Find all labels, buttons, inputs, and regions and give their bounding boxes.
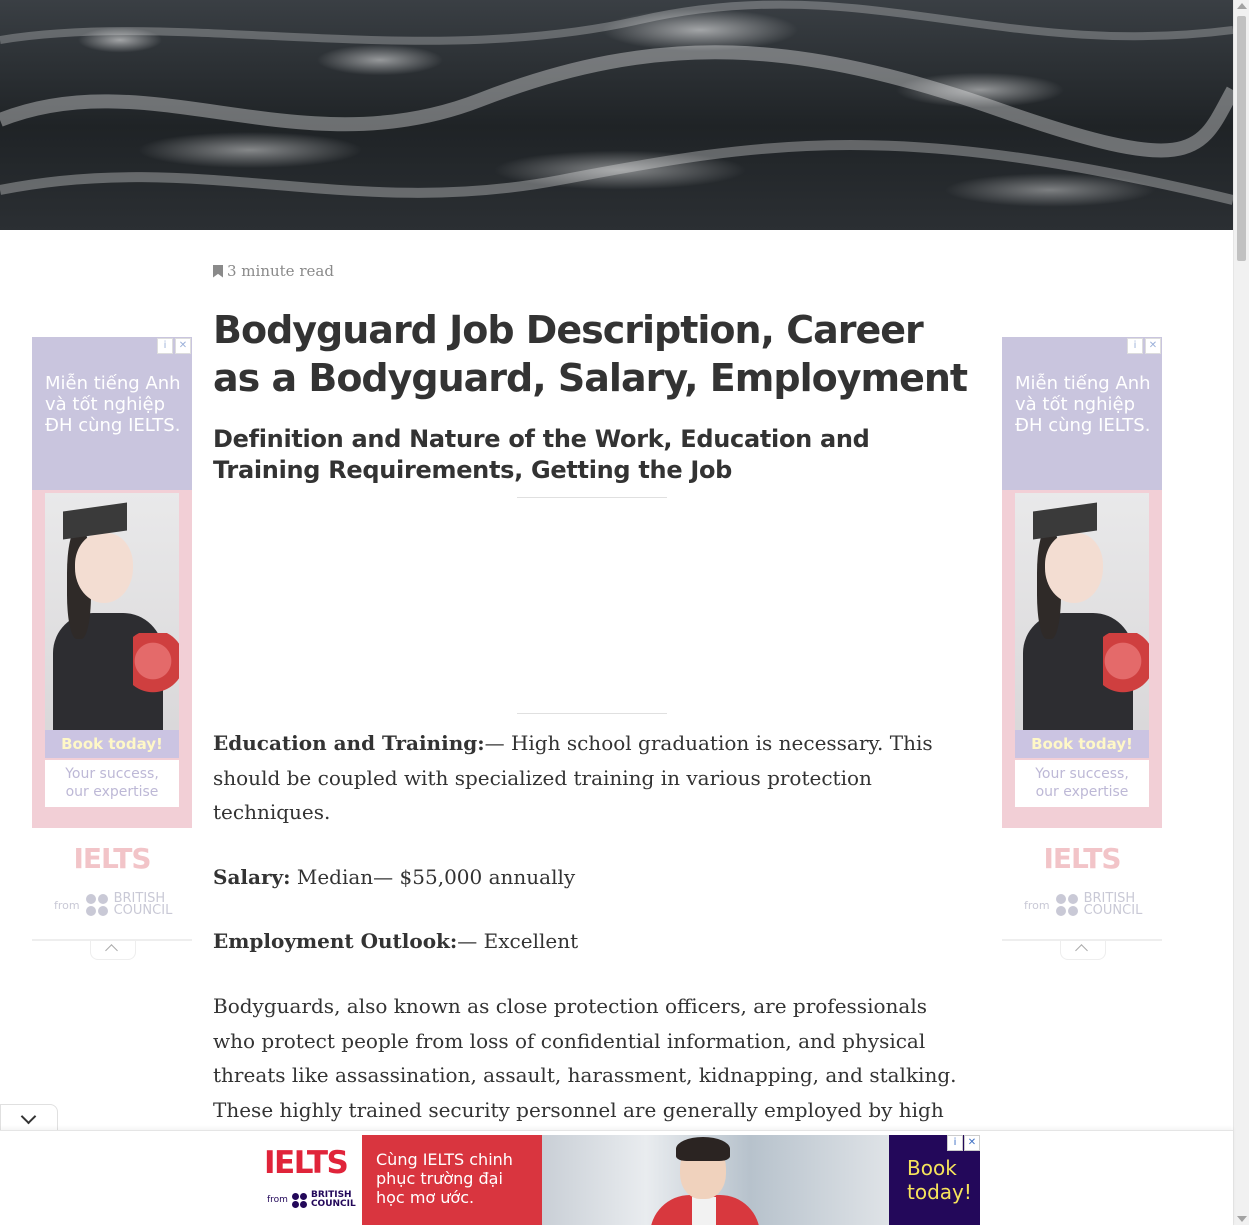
ad-close-icon[interactable]: ✕ xyxy=(1145,338,1161,354)
hero-foam-pattern xyxy=(0,0,1233,205)
salary-text: Median— $55,000 annually xyxy=(290,865,576,889)
person-hair-shape xyxy=(676,1137,730,1161)
bc-name: BRITISH COUNCIL xyxy=(1083,891,1143,918)
ad-success-text: Your success, our expertise xyxy=(45,760,179,807)
salary-paragraph: Salary: Median— $55,000 annually xyxy=(213,860,973,895)
bottom-banner-ad[interactable]: IELTS from BRITISH COUNCIL Cùng IELTS chi… xyxy=(252,1135,980,1225)
ad-collapse-button[interactable] xyxy=(1060,941,1106,960)
ad-book-button[interactable]: Book today! xyxy=(1015,730,1149,758)
ad-success-line2: our expertise xyxy=(65,784,159,800)
flowers-shape xyxy=(1103,633,1149,703)
bookmark-icon xyxy=(213,264,223,278)
scroll-up-arrow-icon[interactable] xyxy=(1237,3,1247,9)
divider-top xyxy=(517,497,667,498)
graduate-photo xyxy=(45,493,179,758)
person-shirt-shape xyxy=(692,1197,716,1225)
divider-bottom xyxy=(517,713,667,714)
education-label: Education and Training: xyxy=(213,731,485,755)
outlook-label: Employment Outlook: xyxy=(213,929,458,953)
banner-book-button[interactable]: Book today! xyxy=(907,1156,977,1204)
bc-dots-icon xyxy=(1055,894,1078,916)
ad-choices[interactable]: i ✕ xyxy=(1127,338,1161,354)
grad-cap-shape xyxy=(1033,502,1097,540)
scroll-down-arrow-icon[interactable] xyxy=(1237,1216,1247,1222)
banner-brand-logo: IELTS xyxy=(264,1145,349,1181)
ad-brand-logo: IELTS xyxy=(73,842,151,875)
ad-headline-panel: Miễn tiếng Anh và tốt nghiệp ĐH cùng IEL… xyxy=(32,337,192,490)
ad-choices[interactable]: i ✕ xyxy=(157,338,191,354)
ad-info-icon[interactable]: i xyxy=(157,338,173,354)
face-shape xyxy=(75,533,133,603)
ad-headline-panel: Miễn tiếng Anh và tốt nghiệp ĐH cùng IEL… xyxy=(1002,337,1162,490)
bottom-ad-toggle[interactable] xyxy=(0,1104,58,1131)
banner-tagline: Cùng IELTS chinh phục trường đại học mơ … xyxy=(376,1150,513,1207)
salary-label: Salary: xyxy=(213,865,291,889)
ad-collapse-button[interactable] xyxy=(90,941,136,960)
ad-book-button[interactable]: Book today! xyxy=(45,730,179,758)
page-scrollbar[interactable] xyxy=(1233,0,1249,1225)
ad-headline: Miễn tiếng Anh và tốt nghiệp ĐH cùng IEL… xyxy=(1015,373,1151,436)
banner-ad-choices[interactable]: i ✕ xyxy=(947,1135,980,1151)
ad-from-label: from xyxy=(1024,898,1050,912)
bc-dots-icon xyxy=(291,1192,307,1208)
ad-headline: Miễn tiếng Anh và tốt nghiệp ĐH cùng IEL… xyxy=(45,373,181,436)
outlook-text: — Excellent xyxy=(457,929,579,953)
ad-from-label: from xyxy=(54,898,80,912)
flowers-shape xyxy=(133,633,179,703)
ad-success-line1: Your success, xyxy=(65,766,159,782)
british-council-logo: from BRITISH COUNCIL xyxy=(54,891,194,918)
bc-name: BRITISH COUNCIL xyxy=(113,891,173,918)
read-time-label: 3 minute read xyxy=(227,262,334,280)
british-council-logo: from BRITISH COUNCIL xyxy=(1024,891,1164,918)
education-paragraph: Education and Training:— High school gra… xyxy=(213,726,973,830)
ad-success-line1: Your success, xyxy=(1035,766,1129,782)
ad-close-icon[interactable]: ✕ xyxy=(175,338,191,354)
right-side-ad[interactable]: Miễn tiếng Anh và tốt nghiệp ĐH cùng IEL… xyxy=(1002,337,1164,960)
chevron-up-icon xyxy=(1075,944,1088,957)
chevron-up-icon xyxy=(105,944,118,957)
left-side-ad[interactable]: Miễn tiếng Anh và tốt nghiệp ĐH cùng IEL… xyxy=(32,337,194,960)
face-shape xyxy=(1045,533,1103,603)
banner-tagline-panel: Cùng IELTS chinh phục trường đại học mơ … xyxy=(362,1135,542,1225)
banner-british-council-logo: from BRITISH COUNCIL xyxy=(267,1191,356,1209)
read-time: 3 minute read xyxy=(213,262,334,280)
grad-cap-shape xyxy=(63,502,127,540)
ad-success-text: Your success, our expertise xyxy=(1015,760,1149,807)
banner-photo xyxy=(542,1135,889,1225)
chevron-down-icon xyxy=(20,1108,37,1125)
outlook-paragraph: Employment Outlook:— Excellent xyxy=(213,924,973,959)
page-subtitle: Definition and Nature of the Work, Educa… xyxy=(213,425,870,484)
ad-success-line2: our expertise xyxy=(1035,784,1129,800)
banner-logo-panel: IELTS from BRITISH COUNCIL xyxy=(252,1135,362,1225)
ad-brand-logo: IELTS xyxy=(1043,842,1121,875)
graduate-photo xyxy=(1015,493,1149,758)
ad-info-icon[interactable]: i xyxy=(1127,338,1143,354)
hero-image xyxy=(0,0,1233,230)
banner-from-label: from xyxy=(267,1195,288,1205)
scrollbar-thumb[interactable] xyxy=(1237,16,1246,261)
page-title: Bodyguard Job Description, Career as a B… xyxy=(213,308,968,400)
ad-info-icon[interactable]: i xyxy=(947,1135,963,1151)
ad-close-icon[interactable]: ✕ xyxy=(964,1135,980,1151)
banner-bc-name: BRITISH COUNCIL xyxy=(310,1190,356,1209)
bc-dots-icon xyxy=(85,894,108,916)
